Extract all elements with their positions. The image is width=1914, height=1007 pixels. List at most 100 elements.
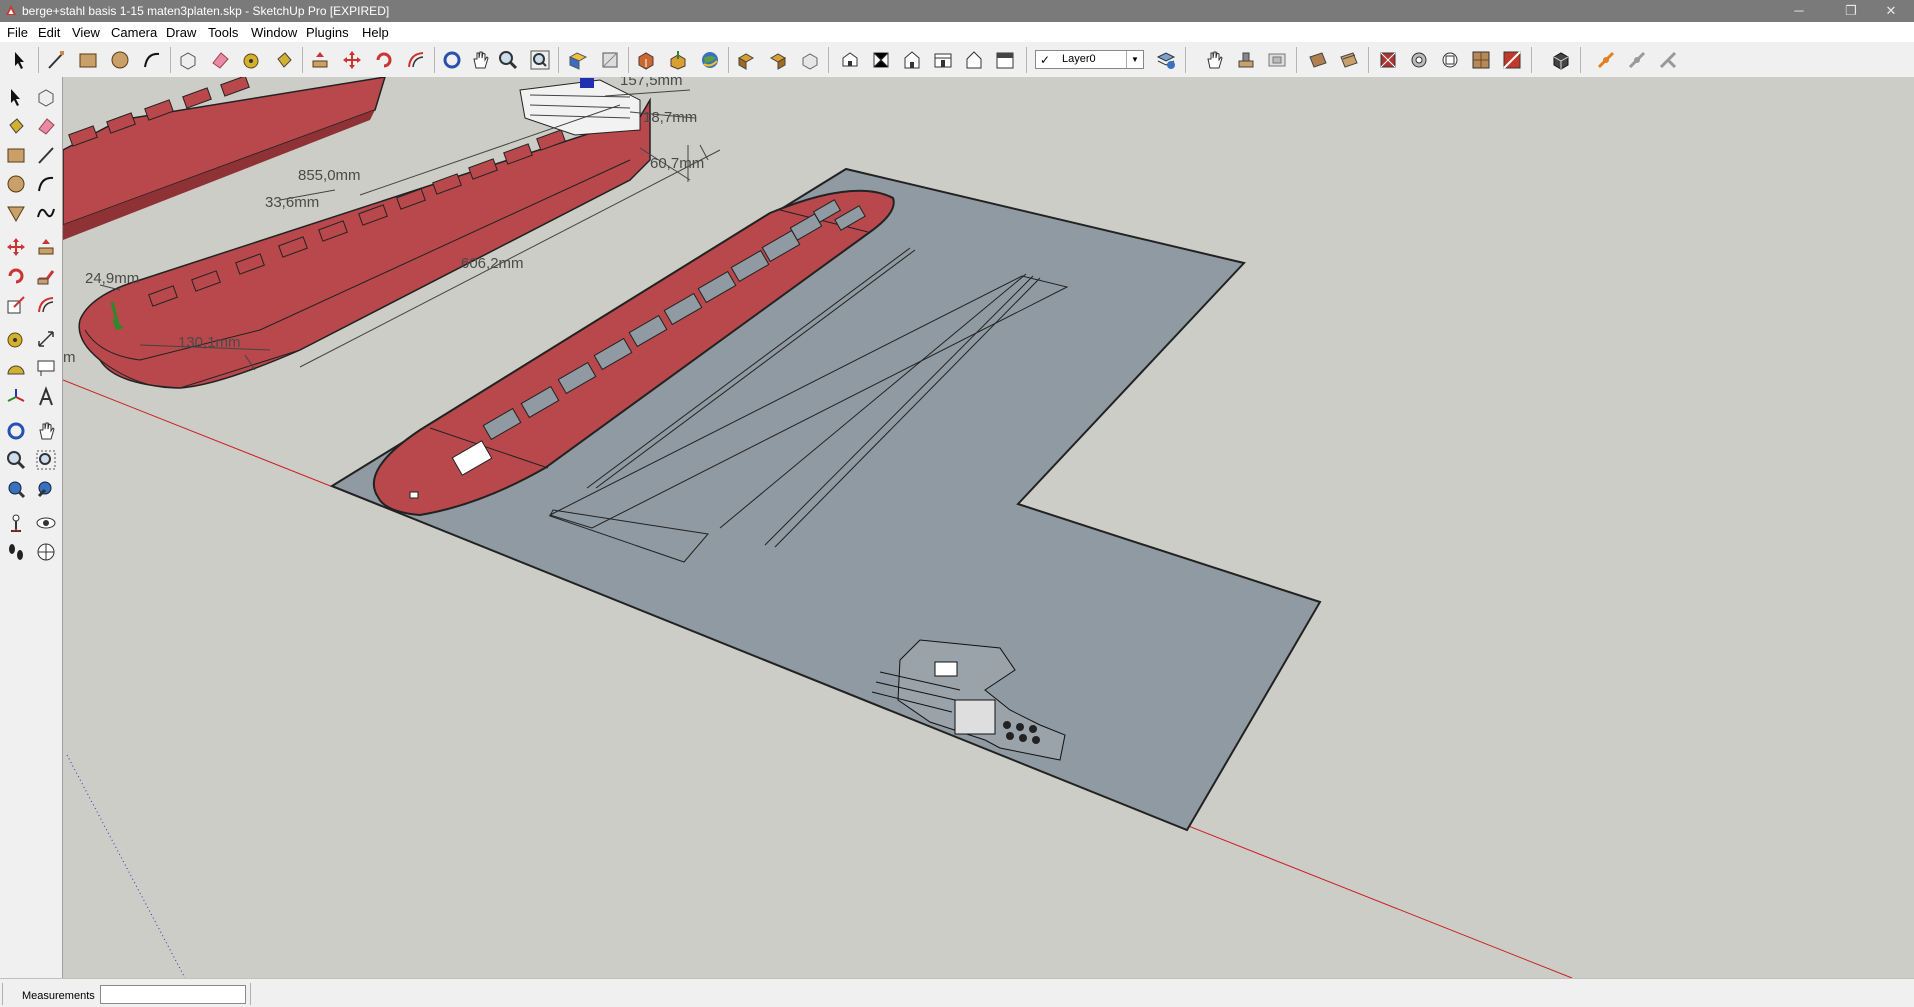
axes-icon[interactable] (2, 383, 30, 411)
left-toolbar (0, 77, 63, 978)
iso-view-icon[interactable] (837, 48, 863, 72)
measurements-input[interactable] (100, 985, 246, 1004)
eraser-icon[interactable] (207, 48, 233, 72)
paint-bucket-icon[interactable] (2, 112, 30, 140)
xray-icon[interactable] (1375, 48, 1401, 72)
make-component-icon[interactable] (32, 83, 60, 111)
orbit-icon[interactable] (439, 48, 465, 72)
arc-icon[interactable] (139, 48, 165, 72)
orbit-icon[interactable] (2, 417, 30, 445)
section-cut-icon[interactable] (1336, 48, 1362, 72)
protractor-icon[interactable] (2, 354, 30, 382)
rectangle-icon[interactable] (2, 141, 30, 169)
stamp-icon[interactable] (1233, 48, 1259, 72)
position-camera-icon[interactable] (2, 509, 30, 537)
dimension-icon[interactable] (32, 325, 60, 353)
svg-text:130,1mm: 130,1mm (178, 334, 241, 351)
rectangle-icon[interactable] (75, 48, 101, 72)
line-icon[interactable] (32, 141, 60, 169)
main-toolbar: ✓ Layer0 ▼ (0, 42, 1914, 78)
pan-icon[interactable] (32, 417, 60, 445)
back-edges-icon[interactable] (1406, 48, 1432, 72)
zoom-icon[interactable] (495, 48, 521, 72)
drawing-viewport[interactable]: 157,5mm 18,7mm 60,7mm 855,0mm 33,6mm 606… (63, 77, 1914, 978)
svg-text:855,0mm: 855,0mm (298, 167, 361, 184)
right-view-icon[interactable] (930, 48, 956, 72)
paint-bucket-icon[interactable] (271, 48, 297, 72)
follow-me-icon[interactable] (32, 262, 60, 290)
select-icon[interactable] (2, 83, 30, 111)
offset-icon[interactable] (32, 291, 60, 319)
circle-icon[interactable] (107, 48, 133, 72)
move-icon[interactable] (2, 233, 30, 261)
monochrome-icon[interactable] (1593, 48, 1619, 72)
section-plane-icon[interactable] (1305, 48, 1331, 72)
next-view-icon[interactable] (597, 48, 623, 72)
menu-view[interactable]: View (72, 25, 100, 40)
hidden-line-icon[interactable] (1468, 48, 1494, 72)
svg-text:18,7mm: 18,7mm (643, 109, 697, 126)
scene-icon[interactable] (1624, 48, 1650, 72)
menu-file[interactable]: File (7, 25, 28, 40)
previous-view-icon[interactable] (565, 48, 591, 72)
zoom-extents-icon[interactable] (2, 475, 30, 503)
solid-tools-icon[interactable] (1655, 48, 1681, 72)
layer-manager-icon[interactable] (1153, 48, 1179, 72)
offset-icon[interactable] (403, 48, 429, 72)
top-view-icon[interactable] (868, 48, 894, 72)
layer-dropdown[interactable]: ✓ Layer0 ▼ (1035, 50, 1144, 69)
move-icon[interactable] (339, 48, 365, 72)
walk-icon[interactable] (2, 538, 30, 566)
minimize-button[interactable]: ─ (1776, 0, 1822, 22)
menu-tools[interactable]: Tools (208, 25, 238, 40)
text-icon[interactable] (32, 354, 60, 382)
freehand-icon[interactable] (32, 199, 60, 227)
shaded-icon[interactable] (1499, 48, 1525, 72)
left-view-icon[interactable] (992, 48, 1018, 72)
previous-view-icon[interactable] (32, 475, 60, 503)
look-around-icon[interactable] (32, 509, 60, 537)
menu-draw[interactable]: Draw (166, 25, 196, 40)
arc-icon[interactable] (32, 170, 60, 198)
eraser-icon[interactable] (32, 112, 60, 140)
menu-window[interactable]: Window (251, 25, 297, 40)
extension-warehouse-icon[interactable] (797, 48, 823, 72)
3d-text-icon[interactable] (32, 383, 60, 411)
google-earth-icon[interactable] (697, 48, 723, 72)
svg-text:m: m (63, 349, 76, 366)
circle-icon[interactable] (2, 170, 30, 198)
push-pull-icon[interactable] (32, 233, 60, 261)
back-view-icon[interactable] (961, 48, 987, 72)
menu-help[interactable]: Help (362, 25, 389, 40)
close-button[interactable]: ✕ (1868, 0, 1914, 22)
shaded-textures-icon[interactable] (1548, 48, 1574, 72)
menu-plugins[interactable]: Plugins (306, 25, 349, 40)
menu-edit[interactable]: Edit (38, 25, 60, 40)
menu-bar: File Edit View Camera Draw Tools Window … (0, 22, 1914, 42)
zoom-window-icon[interactable] (32, 446, 60, 474)
select-icon[interactable] (7, 48, 33, 72)
drape-icon[interactable] (1264, 48, 1290, 72)
front-view-icon[interactable] (899, 48, 925, 72)
line-icon[interactable] (43, 48, 69, 72)
sandbox-icon[interactable] (1202, 48, 1228, 72)
tape-measure-icon[interactable] (239, 48, 265, 72)
3d-warehouse-icon[interactable] (633, 48, 659, 72)
share-model-icon[interactable] (665, 48, 691, 72)
scale-icon[interactable] (2, 291, 30, 319)
get-models-icon[interactable] (733, 48, 759, 72)
push-pull-icon[interactable] (307, 48, 333, 72)
rotate-icon[interactable] (2, 262, 30, 290)
menu-camera[interactable]: Camera (111, 25, 157, 40)
pan-icon[interactable] (467, 48, 493, 72)
make-component-icon[interactable] (175, 48, 201, 72)
tape-measure-icon[interactable] (2, 325, 30, 353)
polygon-icon[interactable] (2, 199, 30, 227)
chevron-down-icon[interactable]: ▼ (1126, 51, 1143, 68)
zoom-icon[interactable] (2, 446, 30, 474)
wireframe-icon[interactable] (1437, 48, 1463, 72)
zoom-extents-icon[interactable] (527, 48, 553, 72)
share-component-icon[interactable] (765, 48, 791, 72)
rotate-icon[interactable] (371, 48, 397, 72)
section-plane-icon[interactable] (32, 538, 60, 566)
